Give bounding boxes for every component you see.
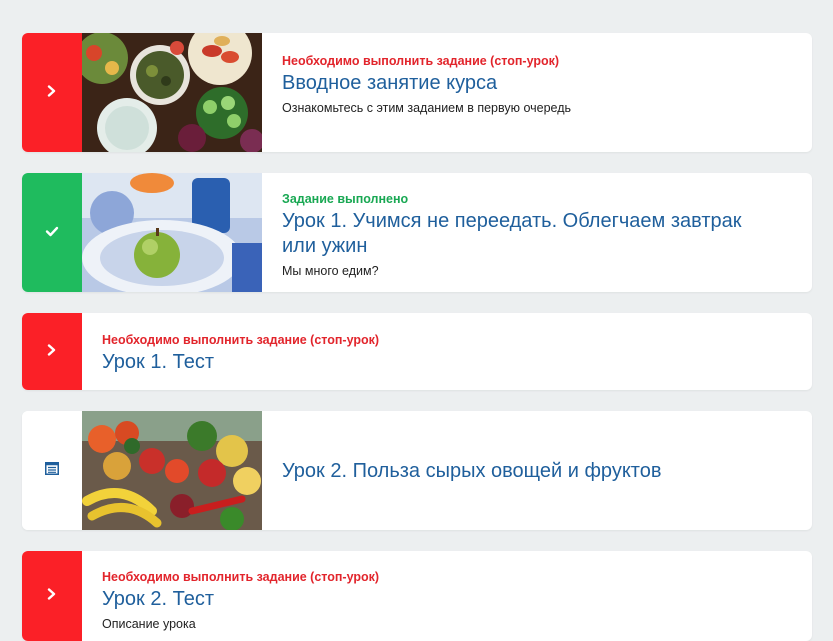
lesson-title[interactable]: Вводное занятие курса [282, 71, 582, 96]
lesson-status-label: Необходимо выполнить задание (стоп-урок) [282, 54, 560, 68]
lesson-status-strip [22, 173, 82, 292]
lesson-text: Урок 2. Польза сырых овощей и фруктов [282, 457, 802, 484]
lesson-status-label: Задание выполнено [282, 192, 409, 206]
lesson-status-label: Необходимо выполнить задание (стоп-урок) [102, 333, 380, 347]
lesson-card-lesson-2[interactable]: Урок 2. Польза сырых овощей и фруктов [22, 411, 812, 530]
lesson-card-lesson-1-test[interactable]: Необходимо выполнить задание (стоп-урок)… [22, 313, 812, 390]
lesson-card-lesson-1[interactable]: Задание выполнено Урок 1. Учимся не пере… [22, 173, 812, 292]
lesson-description: Ознакомьтесь с этим заданием в первую оч… [282, 101, 572, 115]
lesson-text: Необходимо выполнить задание (стоп-урок)… [102, 569, 702, 635]
lesson-status-strip [22, 33, 82, 152]
document-list-icon [45, 461, 59, 480]
lesson-text: Необходимо выполнить задание (стоп-урок)… [102, 332, 702, 375]
lesson-title[interactable]: Урок 2. Польза сырых овощей и фруктов [282, 459, 802, 484]
lesson-status-strip [22, 313, 82, 390]
chevron-right-icon [47, 587, 57, 605]
lesson-description: Описание урока [102, 617, 196, 631]
lesson-title[interactable]: Урок 1. Тест [102, 350, 702, 375]
check-icon [45, 224, 59, 242]
lesson-status-strip [22, 551, 82, 641]
lesson-card-lesson-2-test[interactable]: Необходимо выполнить задание (стоп-урок)… [22, 551, 812, 641]
lesson-card-intro[interactable]: Необходимо выполнить задание (стоп-урок)… [22, 33, 812, 152]
lesson-title[interactable]: Урок 2. Тест [102, 587, 702, 612]
apple-on-plate-photo [82, 173, 262, 292]
lesson-description: Мы много едим? [282, 264, 379, 278]
fruits-vegetables-photo [82, 411, 262, 530]
lesson-status-label: Необходимо выполнить задание (стоп-урок) [102, 570, 380, 584]
lesson-title[interactable]: Урок 1. Учимся не переедать. Облегчаем з… [282, 209, 742, 259]
chevron-right-icon [47, 343, 57, 361]
chevron-right-icon [47, 84, 57, 102]
lesson-status-strip [22, 411, 82, 530]
lesson-text: Необходимо выполнить задание (стоп-урок)… [282, 53, 582, 119]
lesson-text: Задание выполнено Урок 1. Учимся не пере… [282, 191, 742, 282]
food-salads-photo [82, 33, 262, 152]
